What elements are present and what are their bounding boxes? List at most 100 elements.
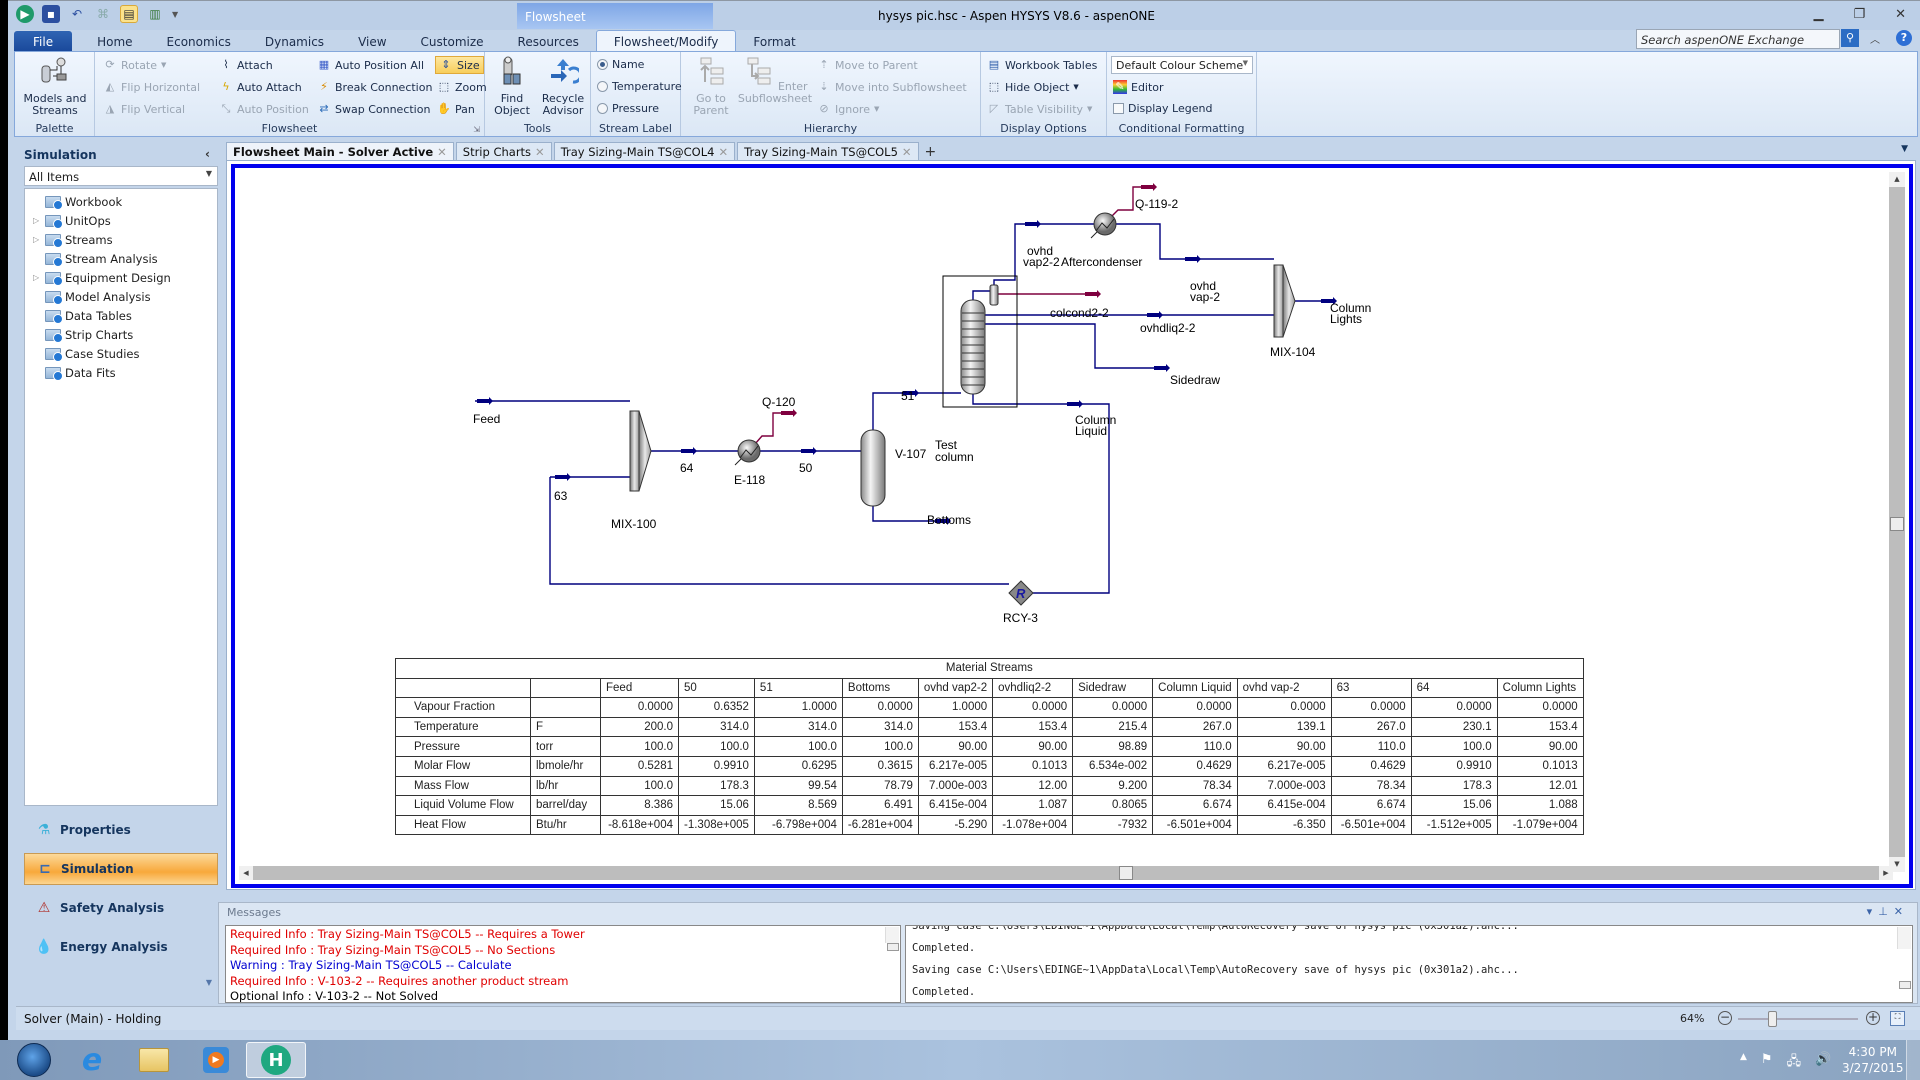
taskbar-file-explorer[interactable]	[124, 1042, 184, 1078]
workbook-tables-button[interactable]: ▤ Workbook Tables	[987, 58, 1098, 72]
table-visibility-button[interactable]: ◸ Table Visibility ▼	[987, 102, 1093, 116]
pan-button[interactable]: ✋ Pan	[437, 102, 475, 116]
stream-arrow-sidedraw[interactable]	[1154, 364, 1170, 372]
scroll-left-icon[interactable]: ◀	[239, 866, 253, 880]
horizontal-scrollbar[interactable]: ◀ ▶	[239, 866, 1893, 880]
message-item[interactable]: Required Info : Tray Sizing-Main TS@COL5…	[230, 927, 896, 943]
stream-value[interactable]: 1.0000	[753, 697, 843, 718]
stream-value[interactable]: -6.281e+004	[841, 814, 919, 836]
stream-value[interactable]: 0.0000	[992, 697, 1074, 718]
zoom-slider-track[interactable]	[1738, 1018, 1858, 1020]
colour-scheme-select[interactable]: Default Colour Scheme ▼	[1111, 56, 1253, 74]
tab-customize[interactable]: Customize	[404, 31, 501, 52]
show-desktop-button[interactable]	[1906, 1040, 1920, 1080]
nav-section-energy-analysis[interactable]: 💧 Energy Analysis	[24, 931, 218, 963]
vertical-scrollbar[interactable]: ▲ ▼	[1889, 172, 1905, 872]
stream-label-column-lights[interactable]: Column Lights	[1330, 301, 1371, 326]
cooler-aftercondenser[interactable]	[1090, 212, 1117, 239]
qat-customize-icon[interactable]: ▼	[172, 10, 178, 19]
taskbar-aspen-hysys[interactable]: H	[246, 1042, 306, 1078]
stream-value[interactable]: 90.00	[917, 736, 994, 757]
unit-label-rcy-3[interactable]: RCY-3	[1003, 611, 1038, 625]
stream-value[interactable]: 100.0	[753, 736, 843, 757]
workbook-icon[interactable]: ▤	[120, 5, 138, 23]
stream-reflux[interactable]	[972, 290, 990, 300]
attach-button[interactable]: ⌇ Attach	[219, 58, 272, 72]
ribbon-collapse-icon[interactable]: ︿	[1870, 31, 1880, 46]
pin-icon[interactable]: ⊥	[1878, 905, 1894, 918]
dropdown-icon[interactable]: ▾	[1867, 905, 1879, 918]
auto-position-all-button[interactable]: ▦ Auto Position All	[317, 58, 424, 72]
stream-value[interactable]: -8.618e+004	[600, 814, 679, 836]
stream-arrow-64[interactable]	[681, 447, 697, 455]
stream-value[interactable]: 0.0000	[1236, 697, 1332, 718]
doc-tab-flowsheet-main[interactable]: Flowsheet Main - Solver Active ✕	[226, 142, 454, 160]
zoom-slider-thumb[interactable]	[1767, 1011, 1777, 1027]
models-streams-button[interactable]: Models and Streams	[19, 56, 91, 117]
close-icon[interactable]: ✕	[1895, 7, 1906, 22]
close-tab-icon[interactable]: ✕	[902, 145, 912, 159]
stream-value[interactable]: 314.0	[753, 716, 843, 738]
size-button[interactable]: ⇕ Size	[435, 56, 484, 74]
move-into-subflowsheet-button[interactable]: ⇣ Move into Subflowsheet	[817, 80, 966, 94]
stream-arrow-column-liquid[interactable]	[1067, 400, 1083, 408]
navigation-filter-select[interactable]: All Items ▼	[24, 166, 218, 186]
scroll-thumb[interactable]	[887, 943, 899, 951]
tab-view[interactable]: View	[341, 31, 403, 52]
stream-value[interactable]: 6.491	[841, 795, 919, 816]
energy-label-q-119-2[interactable]: Q-119-2	[1135, 197, 1178, 211]
message-item[interactable]: Optional Info : V-103-2 -- Not Solved	[230, 989, 896, 1002]
stream-value[interactable]: -1.512e+005	[1410, 814, 1498, 836]
stream-value[interactable]: 12.00	[992, 775, 1074, 797]
stream-value[interactable]: 0.0000	[1496, 697, 1584, 718]
expand-icon[interactable]: ▷	[33, 216, 45, 225]
stream-value[interactable]: 153.4	[917, 716, 994, 738]
stream-value[interactable]: 6.415e-004	[917, 795, 994, 816]
tree-item-strip-charts[interactable]: Strip Charts	[25, 325, 217, 344]
stream-value[interactable]: -6.798e+004	[753, 814, 843, 836]
stream-arrow-63[interactable]	[555, 473, 571, 481]
stream-value[interactable]: 0.1013	[1496, 755, 1584, 777]
stream-value[interactable]: 6.217e-005	[1236, 755, 1332, 777]
break-connection-button[interactable]: ⚡ Break Connection	[317, 80, 432, 94]
recycle-advisor-button[interactable]: Recycle Advisor	[537, 56, 589, 117]
tree-item-equipment-design[interactable]: ▷ Equipment Design	[25, 268, 217, 287]
stream-value[interactable]: 153.4	[1496, 716, 1584, 738]
search-icon[interactable]: ⚲	[1841, 29, 1859, 47]
swap-connection-button[interactable]: ⇄ Swap Connection	[317, 102, 430, 116]
stream-label-ovhdliq2-2[interactable]: ovhdliq2-2	[1140, 321, 1196, 335]
stream-value[interactable]: 90.00	[992, 736, 1074, 757]
stream-value[interactable]: 8.569	[753, 795, 843, 816]
auto-position-button[interactable]: ⤡ Auto Position	[219, 102, 309, 116]
stream-label-ovhd-vap-2[interactable]: ovhd vap-2	[1190, 279, 1220, 304]
stream-value[interactable]: -7932	[1072, 814, 1154, 836]
stream-value[interactable]: 0.6295	[753, 755, 843, 777]
stream-value[interactable]: 99.54	[753, 775, 843, 797]
restore-icon[interactable]: ❐	[1853, 7, 1865, 22]
move-to-parent-button[interactable]: ⇡ Move to Parent	[817, 58, 917, 72]
editor-button[interactable]: ✎ Editor	[1113, 80, 1164, 94]
doc-tab-strip-charts[interactable]: Strip Charts ✕	[455, 142, 552, 160]
column-test-column[interactable]	[942, 275, 1018, 408]
nav-section-properties[interactable]: ⚗ Properties	[24, 814, 218, 846]
tree-item-workbook[interactable]: Workbook	[25, 192, 217, 211]
zoom-in-icon[interactable]: +	[1866, 1011, 1880, 1025]
show-hidden-icons[interactable]: ▲	[1740, 1052, 1747, 1074]
message-item[interactable]: Required Info : V-103-2 -- Requires anot…	[230, 974, 896, 990]
stream-value[interactable]: 314.0	[678, 716, 755, 738]
scroll-thumb[interactable]	[1119, 866, 1133, 880]
stream-value[interactable]: 1.088	[1496, 795, 1584, 816]
stream-value[interactable]: 6.534e-002	[1072, 755, 1154, 777]
stream-value[interactable]: 98.89	[1072, 736, 1154, 757]
stream-label-bottoms[interactable]: Bottoms	[927, 513, 971, 527]
stream-value[interactable]: 0.0000	[1152, 697, 1238, 718]
stream-value[interactable]: 100.0	[678, 736, 755, 757]
unit-label-aftercondenser[interactable]: Aftercondenser	[1061, 255, 1142, 269]
stream-value[interactable]: 6.415e-004	[1236, 795, 1332, 816]
document-list-icon[interactable]: ▼	[1901, 144, 1908, 154]
tree-item-case-studies[interactable]: Case Studies	[25, 344, 217, 363]
stream-value[interactable]: 139.1	[1236, 716, 1332, 738]
stream-value[interactable]: 12.01	[1496, 775, 1584, 797]
flowsheet-canvas[interactable]: R Feed 63 MIX-100 64 E-118 Q-120 50 V-10…	[231, 164, 1913, 888]
message-item[interactable]: Warning : Tray Sizing-Main TS@COL5 -- Ca…	[230, 958, 896, 974]
